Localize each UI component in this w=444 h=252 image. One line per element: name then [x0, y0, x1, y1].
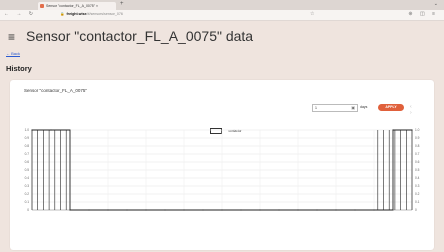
data-point	[278, 209, 280, 211]
data-point	[183, 209, 185, 211]
data-point	[240, 209, 242, 211]
url-field[interactable]: 🔒 freight.wise/#/sensors/sensor_076	[60, 11, 330, 18]
data-point	[69, 209, 71, 211]
y-tick-label-right: 0.9	[415, 136, 420, 140]
address-bar-row: ← → ↻ 🔒 freight.wise/#/sensors/sensor_076…	[0, 10, 444, 21]
y-tick-label-left: 0	[27, 208, 29, 212]
y-tick-label-right: 0.2	[415, 192, 420, 196]
y-tick-label-right: 0.5	[415, 168, 420, 172]
y-tick-label-left: 0.2	[25, 192, 30, 196]
y-tick-label-left: 0.3	[25, 184, 30, 188]
data-point	[354, 209, 356, 211]
y-tick-label-left: 0.9	[25, 136, 30, 140]
y-tick-label-left: 0.1	[25, 200, 30, 204]
data-point	[107, 209, 109, 211]
data-point	[297, 209, 299, 211]
y-tick-label-right: 0.1	[415, 200, 420, 204]
data-point	[164, 209, 166, 211]
back-link[interactable]: ← Back	[6, 51, 20, 56]
data-point	[316, 209, 318, 211]
bookmark-icon[interactable]: ☆	[310, 11, 316, 17]
y-tick-label-right: 0.7	[415, 152, 420, 156]
tab-title: Sensor "contactor_FL_A_0075" ×	[46, 4, 99, 8]
page-header: ≡ Sensor "contactor_FL_A_0075" data	[8, 26, 438, 48]
data-point	[392, 129, 394, 131]
y-tick-label-right: 0.3	[415, 184, 420, 188]
url-path: /#/sensors/sensor_076	[86, 12, 123, 16]
menu-icon[interactable]: ≡	[8, 30, 15, 44]
toolbar-icons[interactable]: ⊕ ◫ ≡	[408, 11, 438, 17]
favicon-icon	[40, 4, 44, 8]
y-tick-label-left: 0.6	[25, 160, 30, 164]
y-tick-label-left: 0.5	[25, 168, 30, 172]
y-tick-label-right: 1.0	[415, 128, 420, 132]
data-point	[411, 129, 413, 131]
data-point	[88, 209, 90, 211]
section-title: History	[6, 64, 32, 73]
data-point	[50, 129, 52, 131]
history-card: Sensor "contactor_FL_A_0075" 1 ▣ days AP…	[10, 80, 434, 250]
data-point	[126, 209, 128, 211]
nav-buttons[interactable]: ← → ↻	[4, 11, 36, 17]
new-tab-icon[interactable]: +	[120, 1, 124, 7]
y-tick-label-left: 0.7	[25, 152, 30, 156]
y-tick-label-right: 0	[415, 208, 417, 212]
data-point	[145, 209, 147, 211]
url-host: freight.wise	[66, 12, 87, 16]
y-tick-label-left: 0.8	[25, 144, 30, 148]
y-tick-label-left: 0.4	[25, 176, 30, 180]
y-tick-label-right: 0.4	[415, 176, 420, 180]
data-point	[31, 129, 33, 131]
history-chart: 0 0 0.1 0.1 0.2 0.2 0.3 0.3 0.4 0.4 0.5 0.5 0.6 0.6 0.…	[25, 128, 420, 212]
data-point	[259, 209, 261, 211]
page-title: Sensor "contactor_FL_A_0075" data	[26, 28, 254, 44]
y-tick-label-right: 0.6	[415, 160, 420, 164]
lock-icon: 🔒	[60, 12, 65, 16]
browser-tab[interactable]: Sensor "contactor_FL_A_0075" ×	[38, 2, 116, 10]
data-point	[202, 209, 204, 211]
y-tick-label-left: 1.0	[25, 128, 30, 132]
data-point	[221, 209, 223, 211]
y-tick-label-right: 0.8	[415, 144, 420, 148]
data-point	[373, 209, 375, 211]
window-menu-icon[interactable]: ⌄	[434, 1, 438, 7]
data-point	[335, 209, 337, 211]
